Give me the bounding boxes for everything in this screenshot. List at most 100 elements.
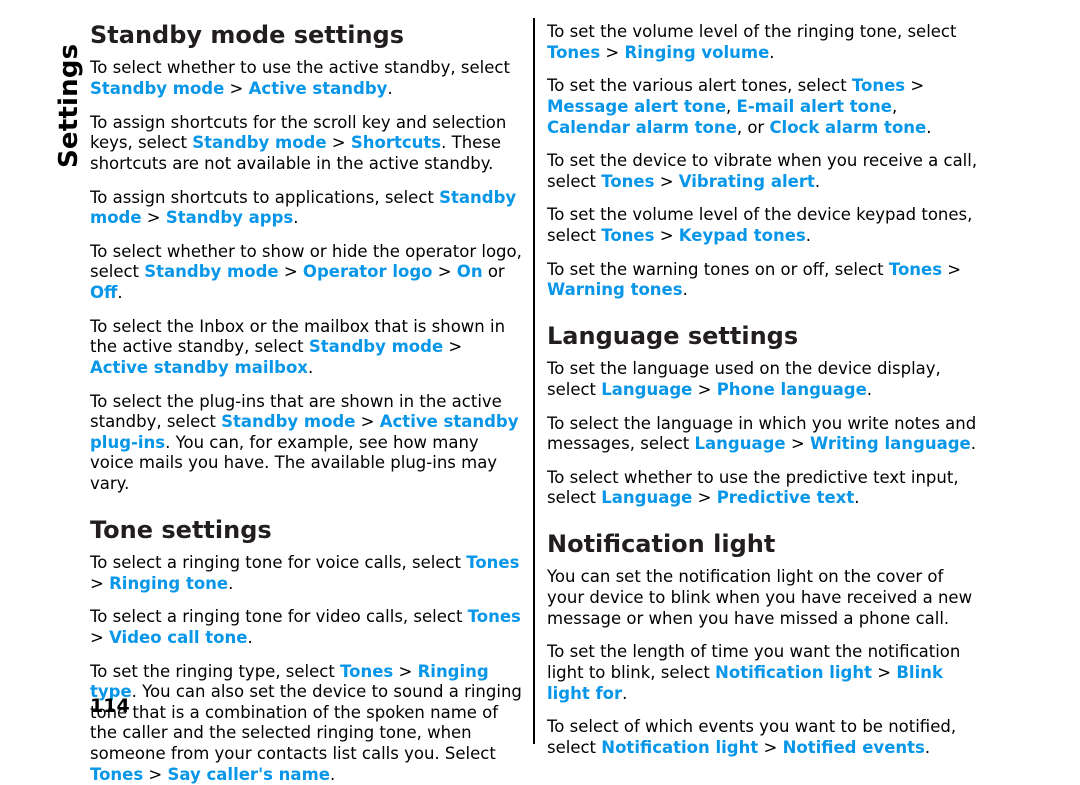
body-text: . bbox=[622, 683, 628, 703]
body-text: . bbox=[926, 117, 932, 137]
menu-path-term: Language bbox=[601, 488, 693, 508]
menu-path-term: Operator logo bbox=[302, 262, 433, 282]
body-text: , or bbox=[736, 117, 770, 137]
manual-page: Settings Standby mode settings To select … bbox=[0, 0, 1080, 784]
section-heading: Tone settings bbox=[90, 515, 272, 544]
body-text: You can set the notification light on th… bbox=[547, 567, 973, 628]
menu-path-term: Tones bbox=[547, 42, 601, 62]
menu-path-separator: > bbox=[90, 573, 110, 593]
body-text: . bbox=[970, 434, 976, 454]
menu-path-term: Predictive text bbox=[716, 488, 855, 508]
menu-path-term: Language bbox=[694, 434, 786, 454]
column-divider bbox=[533, 18, 535, 744]
body-text: . bbox=[293, 208, 299, 228]
body-text: . bbox=[924, 737, 931, 757]
body-paragraph: To select whether to use the predictive … bbox=[547, 468, 982, 509]
menu-path-separator: > bbox=[432, 262, 457, 282]
body-text: To select whether to use the active stan… bbox=[90, 58, 510, 78]
body-paragraph: To set the length of time you want the n… bbox=[547, 642, 982, 704]
menu-path-term: Shortcuts bbox=[350, 133, 442, 153]
menu-path-term: Ringing tone bbox=[109, 573, 229, 593]
menu-path-term: Notification light bbox=[601, 737, 759, 757]
menu-path-term: Language bbox=[601, 379, 693, 399]
body-text: . You can also set the device to sound a… bbox=[90, 682, 522, 764]
body-text: . bbox=[387, 79, 393, 99]
body-text: To select a ringing tone for video calls… bbox=[90, 607, 468, 627]
menu-path-term: Standby mode bbox=[192, 133, 327, 153]
body-paragraph: You can set the notification light on th… bbox=[547, 567, 982, 629]
menu-path-separator: > bbox=[143, 764, 168, 784]
left-column: Standby mode settings To select whether t… bbox=[90, 22, 525, 785]
body-paragraph: To set the various alert tones, select T… bbox=[547, 76, 982, 138]
body-text: . bbox=[247, 627, 253, 647]
body-text: . bbox=[854, 488, 860, 508]
body-text: , bbox=[891, 96, 898, 116]
menu-path-separator: > bbox=[278, 262, 303, 282]
menu-path-separator: > bbox=[393, 661, 418, 681]
menu-path-separator: > bbox=[224, 79, 249, 99]
menu-path-term: Tones bbox=[466, 553, 520, 573]
menu-path-term: Tones bbox=[601, 171, 655, 191]
body-text: . bbox=[866, 379, 873, 399]
menu-path-term: Clock alarm tone bbox=[769, 117, 927, 137]
menu-path-separator: > bbox=[905, 76, 925, 96]
body-paragraph: To assign shortcuts for the scroll key a… bbox=[90, 113, 525, 175]
menu-path-separator: > bbox=[872, 662, 897, 682]
menu-path-term: Standby mode bbox=[90, 79, 225, 99]
body-paragraph: To select whether to use the active stan… bbox=[90, 58, 525, 99]
menu-path-term: E-mail alert tone bbox=[736, 96, 892, 116]
body-paragraph: To set the warning tones on or off, sele… bbox=[547, 260, 982, 301]
body-text: To set the volume level of the ringing t… bbox=[547, 22, 957, 41]
body-paragraph: To select the plug-ins that are shown in… bbox=[90, 392, 525, 495]
menu-path-separator: > bbox=[326, 133, 351, 153]
menu-path-separator: > bbox=[758, 737, 783, 757]
section-heading: Language settings bbox=[547, 321, 799, 350]
body-paragraph: To set the ringing type, select Tones > … bbox=[90, 662, 525, 785]
body-text: . bbox=[769, 42, 775, 62]
menu-path-term: Say caller's name bbox=[167, 764, 330, 784]
menu-path-term: Tones bbox=[888, 259, 943, 279]
body-paragraph: To set the language used on the device d… bbox=[547, 359, 982, 400]
body-paragraph: To select a ringing tone for video calls… bbox=[90, 607, 525, 648]
body-text: . bbox=[814, 171, 821, 191]
body-paragraph: To set the device to vibrate when you re… bbox=[547, 151, 982, 192]
menu-path-term: Message alert tone bbox=[547, 96, 727, 116]
body-text: . bbox=[682, 280, 688, 300]
menu-path-term: Standby apps bbox=[165, 208, 294, 228]
chapter-side-tab: Settings bbox=[10, 18, 84, 318]
body-text: or bbox=[482, 262, 505, 282]
body-text: To set the warning tones on or off, sele… bbox=[547, 259, 889, 279]
menu-path-separator: > bbox=[355, 412, 380, 432]
body-text: To set the ringing type, select bbox=[90, 661, 341, 681]
right-column: To set the volume level of the ringing t… bbox=[547, 22, 982, 758]
body-paragraph: To select a ringing tone for voice calls… bbox=[90, 553, 525, 594]
section-heading: Notification light bbox=[547, 530, 776, 559]
body-paragraph: To assign shortcuts to applications, sel… bbox=[90, 188, 525, 229]
body-text: . bbox=[228, 573, 234, 593]
chapter-side-tab-label: Settings bbox=[54, 43, 84, 168]
body-text: . bbox=[805, 226, 811, 245]
menu-path-term: Calendar alarm tone bbox=[547, 117, 737, 137]
body-text: To assign shortcuts to applications, sel… bbox=[90, 187, 440, 207]
menu-path-term: Tones bbox=[467, 607, 521, 627]
menu-path-term: Warning tones bbox=[547, 280, 683, 300]
menu-path-term: Notification light bbox=[715, 662, 873, 682]
body-paragraph: To select whether to show or hide the op… bbox=[90, 242, 525, 304]
body-paragraph: To select of which events you want to be… bbox=[547, 717, 982, 758]
menu-path-term: Vibrating alert bbox=[678, 171, 815, 191]
menu-path-separator: > bbox=[654, 171, 679, 191]
menu-path-term: Standby mode bbox=[221, 412, 356, 432]
menu-path-separator: > bbox=[942, 259, 962, 279]
menu-path-separator: > bbox=[785, 434, 810, 454]
menu-path-separator: > bbox=[600, 42, 625, 62]
body-paragraph: To set the volume level of the device ke… bbox=[547, 205, 982, 246]
page-number: 114 bbox=[90, 695, 130, 717]
body-text: . bbox=[307, 357, 314, 377]
menu-path-term: Writing language bbox=[809, 434, 971, 454]
menu-path-term: Active standby bbox=[248, 79, 388, 99]
menu-path-term: Phone language bbox=[716, 379, 867, 399]
menu-path-separator: > bbox=[141, 208, 166, 228]
menu-path-separator: > bbox=[443, 337, 463, 357]
menu-path-term: Active standby mailbox bbox=[90, 357, 308, 377]
menu-path-term: Video call tone bbox=[109, 627, 248, 647]
